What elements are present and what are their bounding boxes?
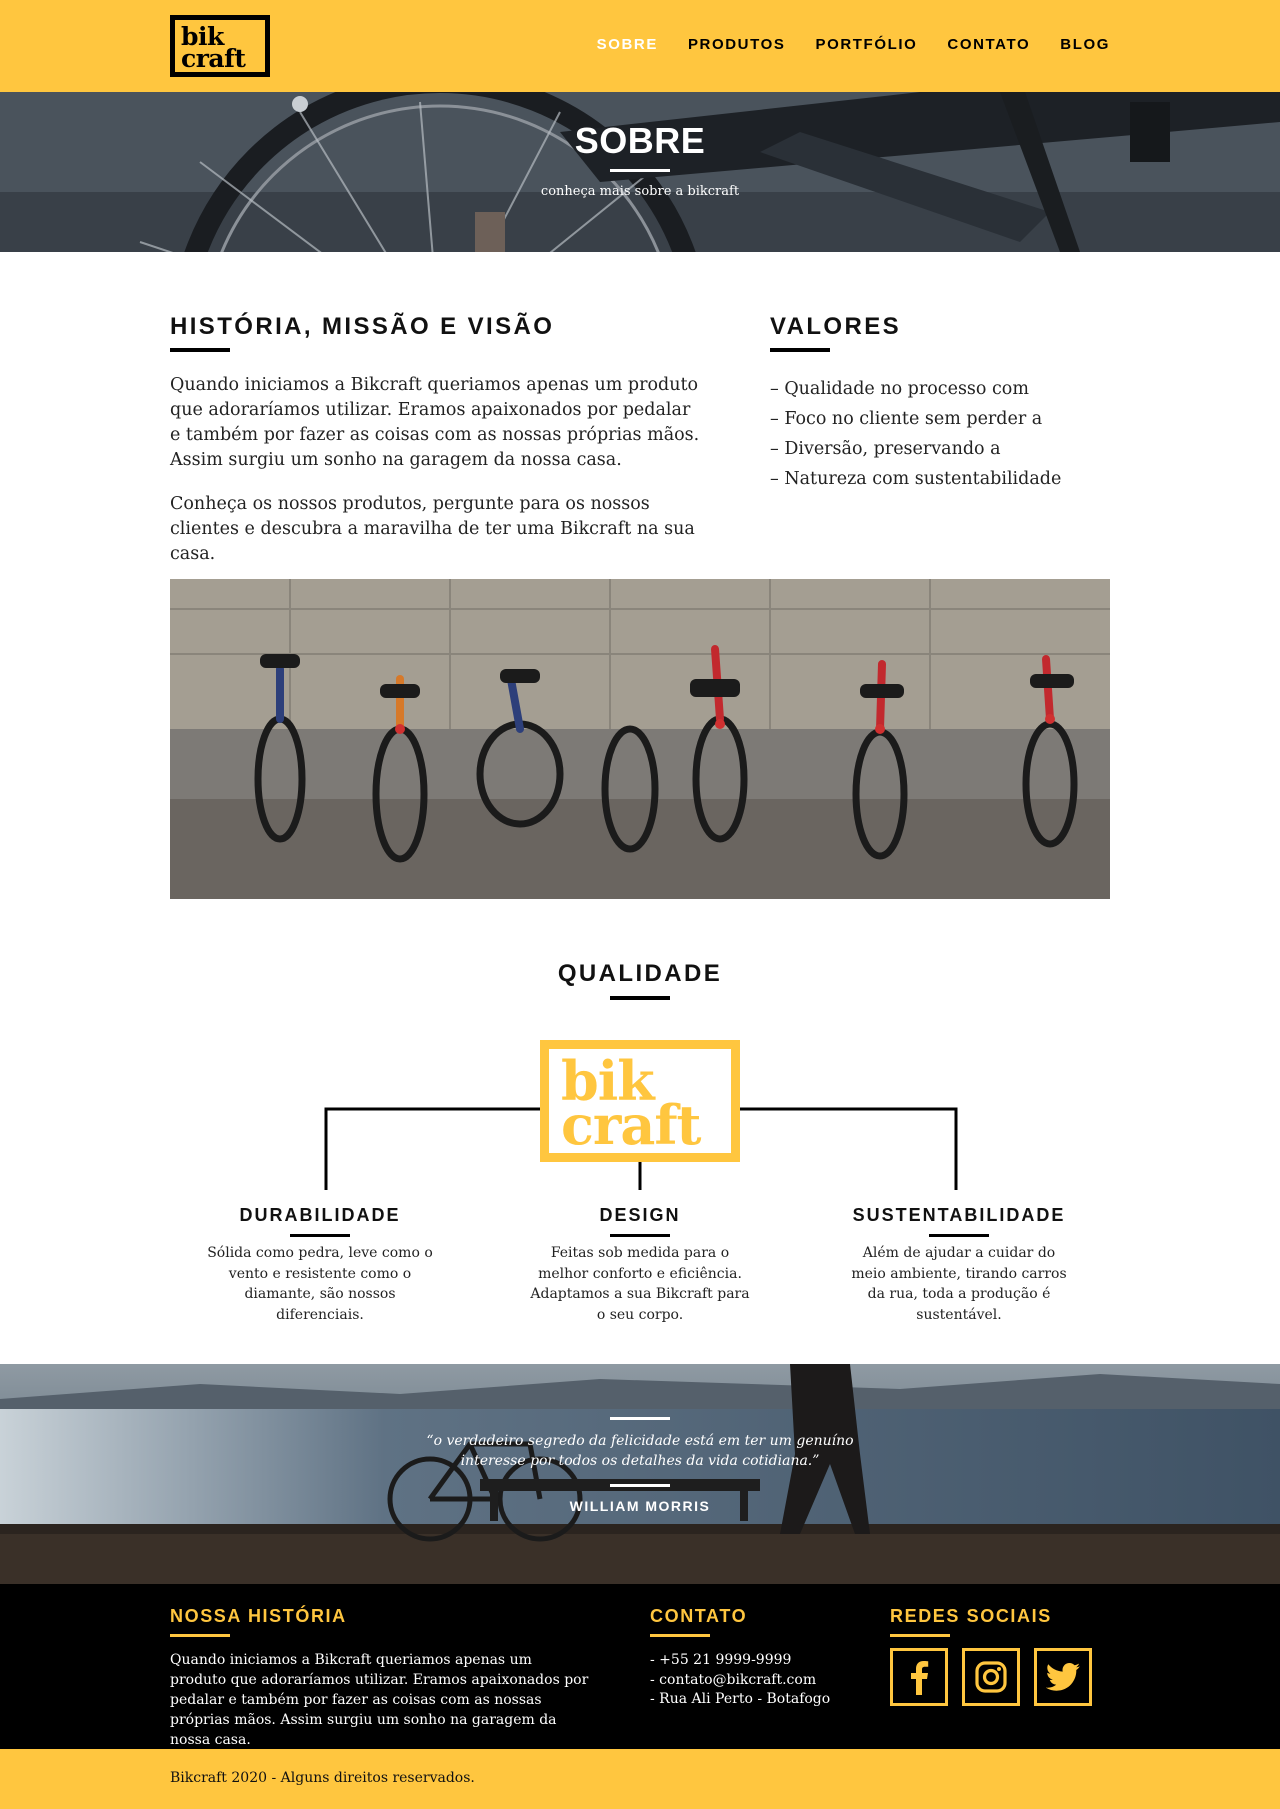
feature-underline: [610, 1234, 670, 1237]
footer-redes-title: REDES SOCIAIS: [890, 1606, 1052, 1626]
footer-historia-underline: [170, 1634, 230, 1637]
qualidade-connector-lines: [324, 1107, 958, 1190]
footer-historia-text: Quando iniciamos a Bikcraft queriamos ap…: [170, 1652, 589, 1748]
quote-top-bar: [610, 1417, 670, 1420]
qualidade-logo-line2: craft: [561, 1093, 701, 1157]
quote-text: “o verdadeiro segredo da felicidade está…: [426, 1433, 854, 1469]
instagram-icon: [975, 1661, 1007, 1693]
contact-phone[interactable]: - +55 21 9999-9999: [650, 1651, 830, 1671]
feature-title-sustentabilidade: SUSTENTABILIDADE: [852, 1205, 1066, 1225]
contact-address: - Rua Ali Perto - Botafogo: [650, 1691, 831, 1707]
footer-contato-list: - +55 21 9999-9999 - contato@bikcraft.co…: [650, 1651, 830, 1710]
quote-bottom-bar: [610, 1484, 670, 1487]
twitter-icon: [1046, 1663, 1080, 1691]
copyright-bar: Bikcraft 2020 - Alguns direitos reservad…: [0, 1749, 1280, 1809]
feature-text-sustentabilidade: Além de ajudar a cuidar do meio ambiente…: [851, 1245, 1067, 1323]
footer-contato-title: CONTATO: [650, 1606, 748, 1626]
footer-historia-title: NOSSA HISTÓRIA: [170, 1606, 347, 1626]
instagram-button[interactable]: [962, 1648, 1020, 1706]
qualidade-logo: bik craft: [540, 1040, 740, 1162]
twitter-button[interactable]: [1034, 1648, 1092, 1706]
facebook-button[interactable]: [890, 1648, 948, 1706]
contact-email[interactable]: - contato@bikcraft.com: [650, 1671, 830, 1691]
footer-contato-underline: [650, 1634, 710, 1637]
feature-title-design: DESIGN: [599, 1205, 681, 1225]
feature-text-design: Feitas sob medida para o melhor conforto…: [530, 1245, 750, 1323]
quote-background-image: [0, 1364, 1280, 1584]
feature-underline: [290, 1234, 350, 1237]
feature-title-durabilidade: DURABILIDADE: [239, 1205, 401, 1225]
footer-redes-underline: [890, 1634, 950, 1637]
quote-banner: “o verdadeiro segredo da felicidade está…: [0, 1364, 1280, 1584]
copyright-text: Bikcraft 2020 - Alguns direitos reservad…: [170, 1770, 475, 1786]
quote-author: WILLIAM MORRIS: [569, 1498, 711, 1514]
facebook-icon: [911, 1661, 929, 1695]
feature-underline: [929, 1234, 989, 1237]
feature-text-durabilidade: Sólida como pedra, leve como o vento e r…: [207, 1245, 433, 1323]
